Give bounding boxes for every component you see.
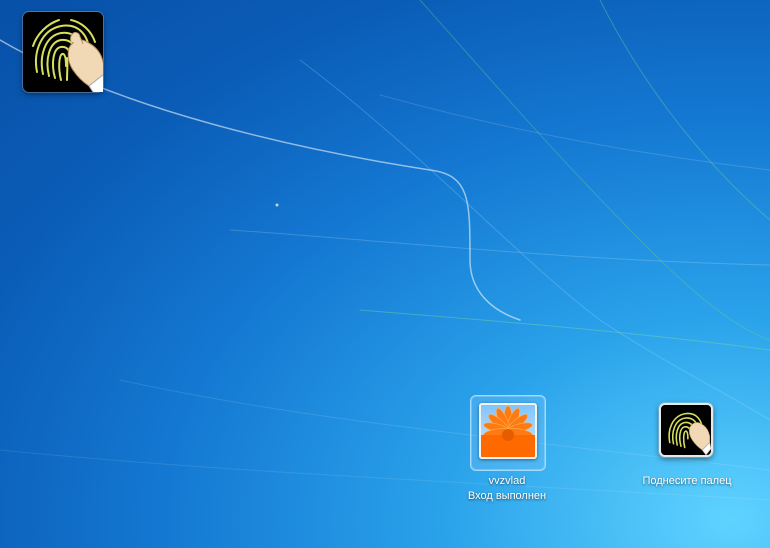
orange-flower-avatar bbox=[481, 405, 535, 457]
fingerprint-hand-icon bbox=[32, 19, 103, 92]
wallpaper-streaks bbox=[0, 0, 770, 501]
fingerprint-reader-tile[interactable] bbox=[659, 403, 713, 457]
fingerprint-hand-icon bbox=[668, 412, 711, 455]
fingerprint-prompt-label: Поднесите палец bbox=[642, 475, 732, 487]
fingerprint-logo bbox=[23, 12, 103, 92]
user-avatar[interactable] bbox=[479, 403, 537, 459]
username-label: vvzvlad bbox=[488, 475, 526, 487]
login-status-label: Вход выполнен bbox=[467, 490, 547, 502]
